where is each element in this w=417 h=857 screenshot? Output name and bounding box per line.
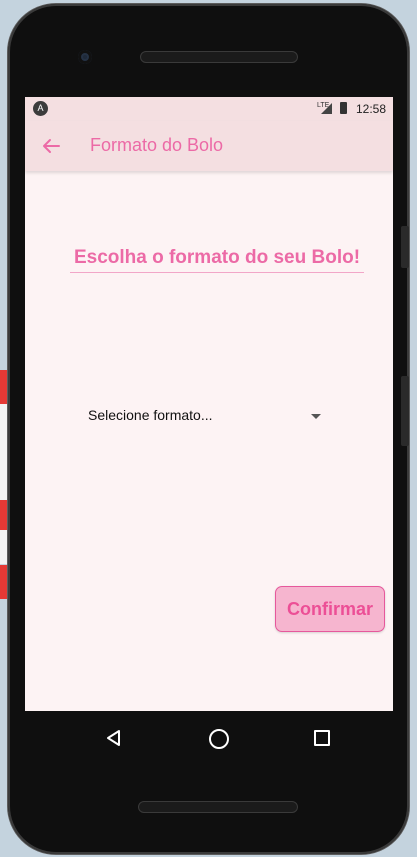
- arrow-back-icon[interactable]: [39, 134, 63, 158]
- app-screen: A LTE 12:58 Formato do Bolo Escolha o fo…: [25, 97, 393, 711]
- nav-recents-icon[interactable]: [314, 730, 330, 746]
- confirm-button[interactable]: Confirmar: [275, 586, 385, 632]
- app-bar: Formato do Bolo: [25, 121, 393, 171]
- battery-icon: [340, 102, 347, 114]
- top-speaker: [140, 51, 298, 63]
- format-heading: Escolha o formato do seu Bolo!: [70, 247, 364, 273]
- power-button: [401, 226, 409, 268]
- format-select[interactable]: Selecione formato...: [80, 402, 330, 430]
- nav-back-icon[interactable]: [105, 729, 123, 747]
- signal-icon: [321, 103, 332, 114]
- expo-app-icon: A: [33, 101, 48, 116]
- format-select-placeholder: Selecione formato...: [88, 407, 213, 423]
- caret-down-icon: [311, 414, 321, 419]
- volume-button: [401, 376, 409, 446]
- status-bar: A LTE 12:58: [25, 97, 393, 121]
- status-time: 12:58: [355, 102, 386, 116]
- nav-home-icon[interactable]: [209, 729, 229, 749]
- bottom-speaker: [138, 801, 298, 813]
- page-title: Formato do Bolo: [90, 135, 224, 155]
- front-camera: [78, 50, 92, 64]
